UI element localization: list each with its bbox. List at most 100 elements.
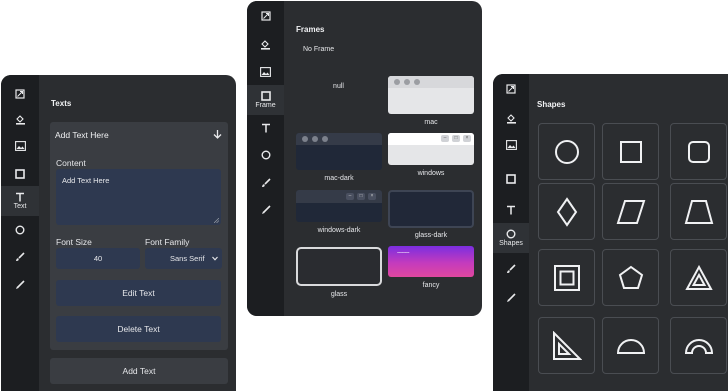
pen-tool-button[interactable] [1,272,39,298]
shape-semicircle-button[interactable] [602,317,659,374]
shape-diamond-button[interactable] [538,183,595,240]
tool-rail: Text [1,75,39,391]
square-icon [506,174,516,184]
frame-icon [15,89,25,99]
circle-icon [506,229,516,238]
fill-icon [15,114,25,125]
shape-square-button[interactable] [602,123,659,180]
image-icon [505,140,517,150]
minimize-icon: – [346,193,354,200]
delete-text-button[interactable]: Delete Text [56,316,221,342]
fill-tool-button[interactable] [1,106,39,132]
shape-parallelogram-button[interactable] [602,183,659,240]
panel-title: Texts [51,99,72,108]
font-family-select[interactable]: Sans Serif [145,248,222,269]
mac-dark-title-bar [296,133,382,145]
frame-glass-label: glass [330,291,348,298]
frame-mac-dark-label: mac-dark [324,175,354,182]
frame-windows-dark-option[interactable]: – □ × [296,190,382,222]
brush-tool-button[interactable] [493,256,529,282]
pentagon-shape-icon [618,265,643,289]
shape-arch-button[interactable] [670,317,727,374]
frame-glass-dark-option[interactable] [388,190,474,228]
maximize-icon: □ [357,193,365,200]
frame-mac-label: mac [424,119,438,126]
text-item-card: Add Text Here Content Add Text Here Font… [50,122,228,350]
text-tool-label: Text [13,202,27,210]
frame-icon [506,84,516,94]
pen-icon [261,205,271,214]
pen-tool-button[interactable] [493,285,529,311]
frame-tool-button[interactable] [1,81,39,107]
frame-glass-dark-label: glass-dark [414,232,448,239]
circle-icon [261,150,270,160]
square-tool-button[interactable] [1,161,39,187]
shape-rounded-square-button[interactable] [670,123,727,180]
image-tool-button[interactable] [247,59,284,85]
add-text-button[interactable]: Add Text [50,358,228,384]
shape-double-triangle-button[interactable] [670,249,727,306]
font-size-input[interactable]: 40 [56,248,140,269]
brush-tool-button[interactable] [247,170,284,196]
text-tool-button[interactable] [493,197,529,223]
frame-mac-option[interactable] [388,76,474,114]
pen-icon [16,280,25,289]
text-item-header[interactable]: Add Text Here [50,122,228,147]
image-tool-button[interactable] [1,133,39,159]
brush-icon [507,264,516,274]
text-icon [507,205,515,215]
square-icon [15,169,25,179]
frame-icon [260,11,271,21]
minimize-icon: – [441,135,449,142]
shape-pentagon-button[interactable] [602,249,659,306]
pen-tool-button[interactable] [247,197,284,223]
frame-mac-dark-option[interactable] [296,133,382,170]
text-tool-button[interactable]: Text [1,186,39,216]
frame-glass-option[interactable] [296,247,382,286]
circle-shape-icon [554,139,579,164]
window-dot [394,79,400,85]
content-textarea[interactable]: Add Text Here [56,169,221,225]
arch-shape-icon [684,338,713,354]
frame-fancy-label: fancy [422,282,440,289]
text-item-title: Add Text Here [55,130,109,140]
chevron-down-icon [212,256,218,261]
shape-circle-button[interactable] [538,123,595,180]
frame-select-tool-button[interactable]: Frame [247,85,284,115]
windows-title-bar [388,133,474,145]
shapes-tool-button[interactable]: Shapes [493,223,529,253]
square-tool-button[interactable] [493,166,529,192]
frame-windows-dark-label: windows-dark [317,227,361,234]
double-square-shape-icon [553,264,580,291]
shapes-panel: Shapes Shapes [493,74,728,391]
arrow-down-icon[interactable] [213,129,222,139]
brush-tool-button[interactable] [1,244,39,270]
fill-tool-button[interactable] [247,31,284,57]
double-triangle-shape-icon [684,264,713,290]
rounded-square-shape-icon [687,140,710,163]
text-tool-button[interactable] [247,115,284,141]
no-frame-option[interactable]: No Frame [303,46,334,53]
image-icon [260,67,271,77]
shape-trapezoid-button[interactable] [670,183,727,240]
window-dot [312,136,318,142]
shape-right-triangle-button[interactable] [538,317,595,374]
circle-tool-button[interactable] [247,142,284,168]
fill-tool-button[interactable] [493,105,529,131]
square-icon [260,90,271,101]
image-tool-button[interactable] [493,132,529,158]
edit-text-button[interactable]: Edit Text [56,280,221,306]
circle-icon [15,225,25,235]
text-icon [16,192,24,201]
frame-tool-button[interactable] [247,3,284,29]
frame-windows-option[interactable]: – □ × [388,133,474,165]
shape-double-square-button[interactable] [538,249,595,306]
frame-null-option[interactable]: null [296,83,381,90]
fill-icon [506,113,516,124]
circle-tool-button[interactable] [1,217,39,243]
frame-tool-button[interactable] [493,76,529,102]
frame-fancy-option[interactable]: -------- [388,246,474,277]
resize-handle-icon[interactable] [214,218,219,223]
text-icon [261,123,270,133]
frames-panel: Frame Frames No Frame null mac mac-dark [247,1,482,316]
